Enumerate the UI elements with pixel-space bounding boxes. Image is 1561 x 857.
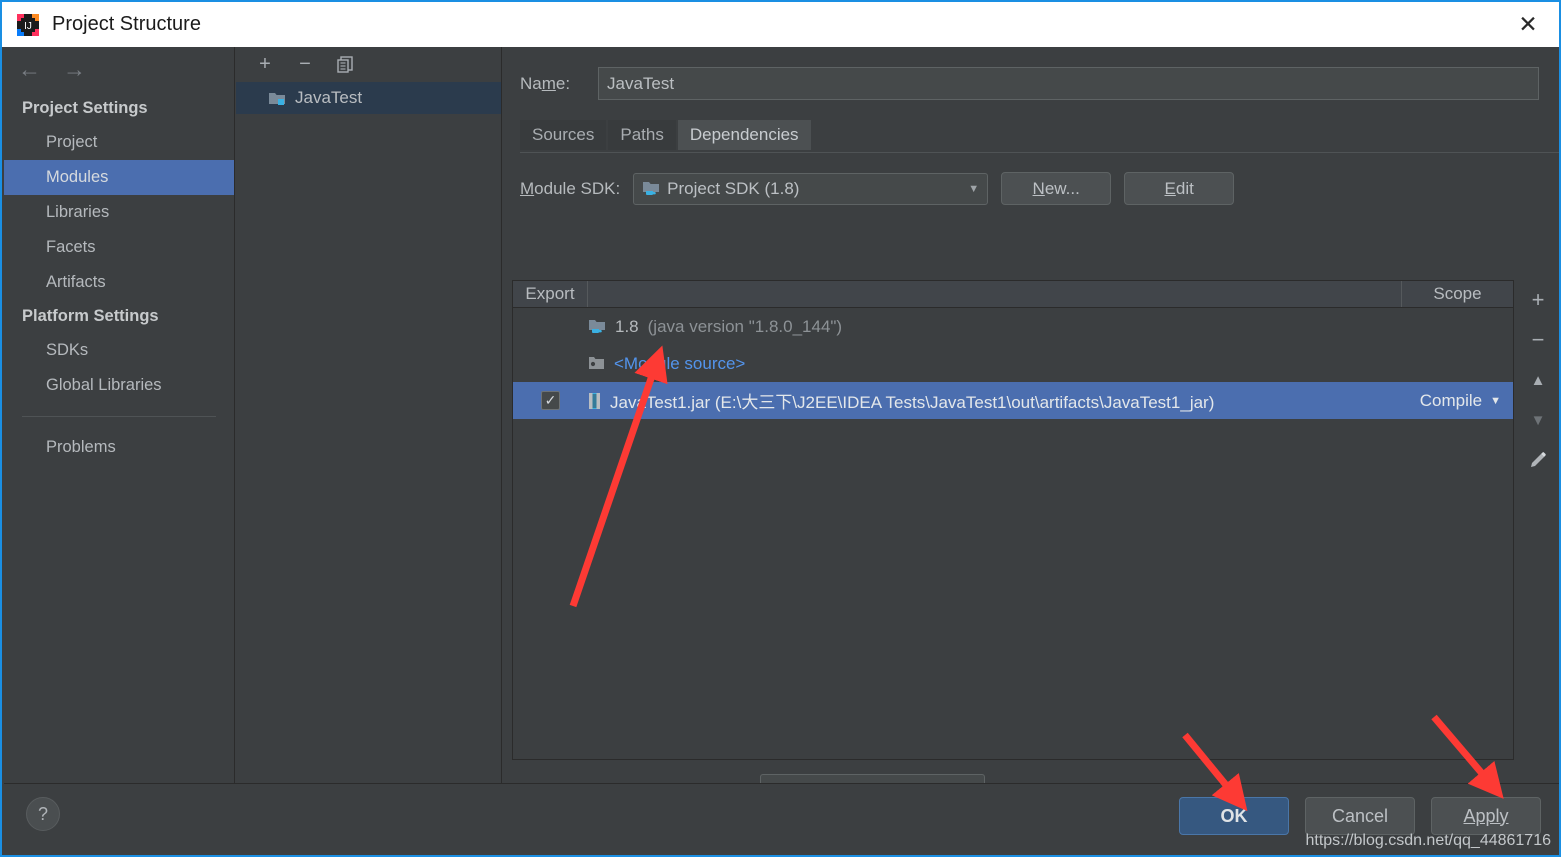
sidebar-item-global-libraries[interactable]: Global Libraries [4,368,234,403]
sidebar-item-modules[interactable]: Modules [4,160,234,195]
module-detail-panel: Name: Sources Paths Dependencies Module … [503,47,1559,806]
edit-sdk-button[interactable]: Edit [1124,172,1235,205]
sidebar-item-problems[interactable]: Problems [4,430,234,465]
module-sdk-label: Module SDK: [520,178,621,198]
module-sdk-select[interactable]: Project SDK (1.8) ▼ [633,172,989,205]
minus-icon[interactable]: − [1518,320,1558,360]
plus-icon[interactable]: + [1518,280,1558,320]
title-bar: IJ Project Structure ✕ [2,2,1559,47]
sidebar-navigation: ← → [4,47,234,92]
dependency-label-cell: JavaTest1.jar (E:\大三下\J2EE\IDEA Tests\Ja… [588,388,1383,413]
new-sdk-button[interactable]: New... [1001,172,1112,205]
dependencies-table-header: Export Scope [513,281,1513,308]
intellij-idea-logo-icon: IJ [16,13,40,37]
tab-dependencies[interactable]: Dependencies [677,119,811,150]
cancel-button[interactable]: Cancel [1305,797,1415,835]
ok-button[interactable]: OK [1179,797,1289,835]
module-tabs: Sources Paths Dependencies [520,119,1559,153]
module-list-toolbar: + − [236,47,501,82]
table-row[interactable]: 1.8 (java version "1.8.0_144") [513,308,1513,345]
module-source-icon [588,356,605,371]
svg-text:IJ: IJ [24,21,32,32]
module-list-panel: + − JavaTest [236,47,502,787]
module-name-label: Name: [520,73,571,93]
dependency-name: JavaTest1.jar (E:\大三下\J2EE\IDEA Tests\Ja… [610,393,1215,412]
module-list-item-javatest[interactable]: JavaTest [236,82,501,114]
jdk-folder-icon [642,181,660,196]
window-title: Project Structure [52,13,201,35]
dependencies-toolbar: + − ▲ ▼ [1517,280,1559,480]
module-list-item-label: JavaTest [295,88,363,107]
dependency-label-cell: <Module source> [588,354,1383,374]
arrow-down-icon[interactable]: ▼ [1518,400,1558,440]
sidebar-item-project[interactable]: Project [4,125,234,160]
dialog-footer: ? OK Cancel Apply https://blog.csdn.net/… [4,783,1559,853]
table-row[interactable]: <Module source> [513,345,1513,382]
sidebar-item-artifacts[interactable]: Artifacts [4,265,234,300]
dependency-label-cell: 1.8 (java version "1.8.0_144") [588,317,1383,337]
tab-sources[interactable]: Sources [520,119,607,150]
module-folder-icon [268,91,286,106]
chevron-down-icon: ▼ [1490,394,1501,407]
chevron-down-icon: ▼ [968,182,980,195]
jdk-folder-icon [588,319,606,334]
dependency-name: 1.8 [615,316,639,336]
pencil-icon[interactable] [1518,440,1558,480]
module-list: JavaTest [236,82,501,114]
dialog-action-buttons: OK Cancel Apply [1179,797,1541,835]
sidebar-item-sdks[interactable]: SDKs [4,333,234,368]
dependency-name: <Module source> [614,353,746,373]
tab-underline [520,152,1559,153]
dependency-scope-select[interactable]: Compile ▼ [1383,391,1513,411]
column-header-export[interactable]: Export [513,281,588,307]
dependency-scope-value: Compile [1419,390,1483,410]
column-header-name [588,281,1402,307]
sidebar-item-facets[interactable]: Facets [4,230,234,265]
project-structure-dialog: IJ Project Structure ✕ ← → Project Setti… [0,0,1561,857]
sidebar-group-platform-settings: Platform Settings [22,307,159,325]
question-mark-icon[interactable]: ? [26,797,60,831]
export-checkbox-cell[interactable]: ✓ [513,391,588,410]
plus-icon[interactable]: + [254,53,276,76]
close-icon[interactable]: ✕ [1497,2,1559,46]
sidebar-group-project-settings: Project Settings [22,99,148,117]
arrow-right-icon[interactable]: → [63,58,86,81]
module-sdk-value: Project SDK (1.8) [667,178,800,198]
sidebar-divider [22,416,216,417]
module-name-input[interactable] [598,67,1539,100]
apply-button[interactable]: Apply [1431,797,1541,835]
sidebar-item-libraries[interactable]: Libraries [4,195,234,230]
arrow-up-icon[interactable]: ▲ [1518,360,1558,400]
dependencies-table: Export Scope 1.8 (java version "1.8.0_14… [512,280,1514,760]
column-header-scope[interactable]: Scope [1402,281,1513,307]
export-checkbox[interactable]: ✓ [541,391,560,410]
minus-icon[interactable]: − [294,53,316,76]
dependency-detail: (java version "1.8.0_144") [647,316,843,336]
arrow-left-icon[interactable]: ← [18,58,41,81]
watermark-text: https://blog.csdn.net/qq_44861716 [1305,832,1551,849]
table-row[interactable]: ✓ JavaTest1.jar (E:\大三下\J2EE\IDEA Tests\… [513,382,1513,419]
jar-file-icon [588,392,601,410]
tab-paths[interactable]: Paths [608,119,676,150]
settings-sidebar: ← → Project Settings Project Modules Lib… [4,47,235,787]
copy-icon[interactable] [334,54,356,76]
module-name-row: Name: [503,47,1559,100]
module-sdk-row: Module SDK: Project SDK (1.8) ▼ New... E… [503,150,1559,205]
